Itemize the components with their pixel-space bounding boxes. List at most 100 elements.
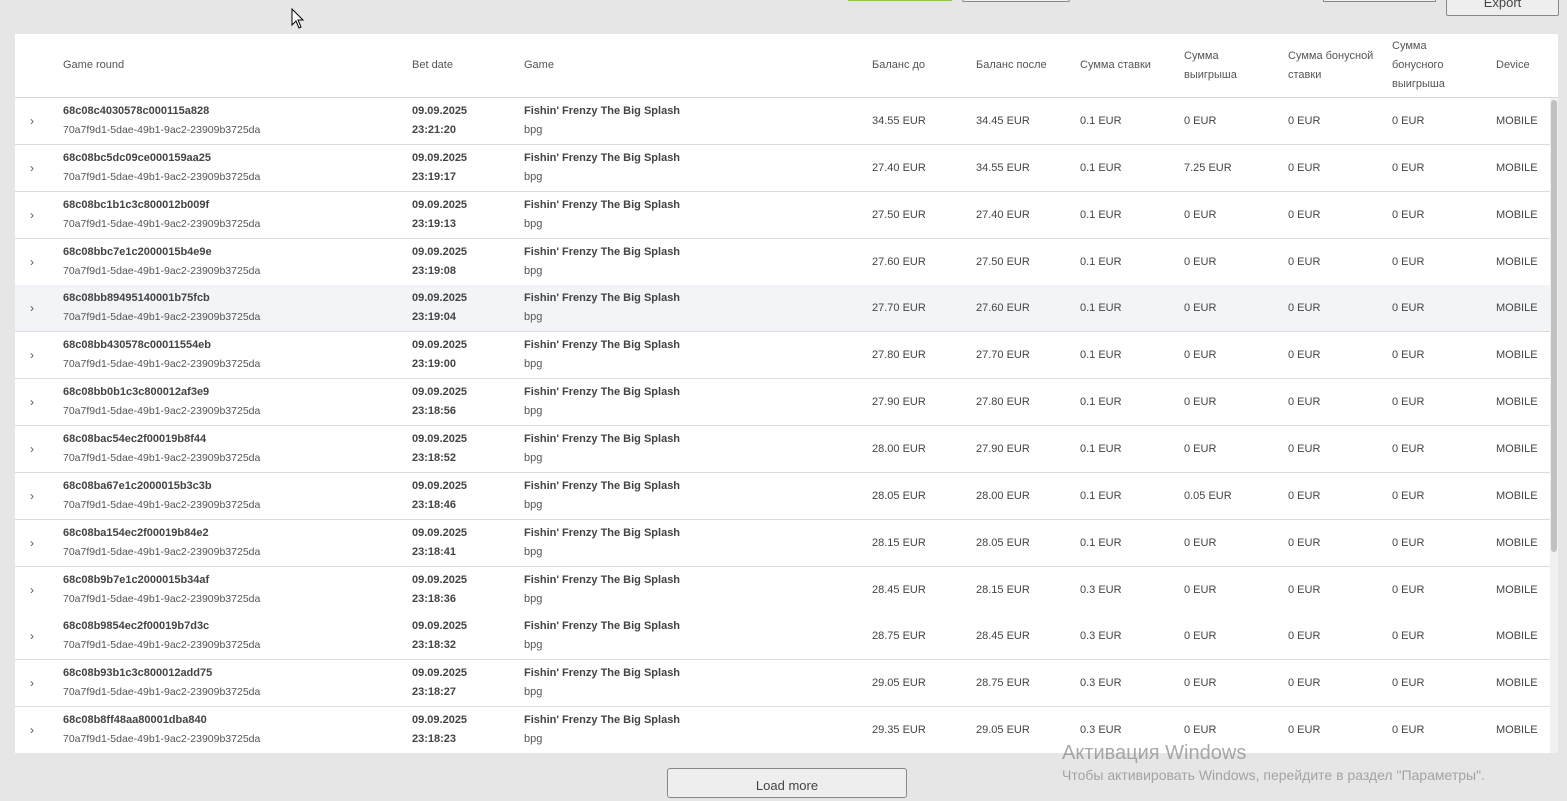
win-amount: 0 EUR <box>1184 443 1217 455</box>
chevron-right-icon[interactable]: › <box>27 209 37 221</box>
game-provider: bpg <box>524 499 543 511</box>
header-game[interactable]: Game <box>524 34 554 97</box>
chevron-right-icon[interactable]: › <box>27 490 37 502</box>
chevron-right-icon[interactable]: › <box>27 115 37 127</box>
game-provider: bpg <box>524 405 543 417</box>
bonus-win-amount: 0 EUR <box>1392 443 1425 455</box>
header-device[interactable]: Device <box>1496 34 1530 97</box>
table-row[interactable]: › 68c08bb430578c00011554eb 70a7f9d1-5dae-4… <box>15 332 1558 379</box>
table-row[interactable]: › 68c08bb89495140001b75fcb 70a7f9d1-5dae-4… <box>15 285 1558 332</box>
bet-time: 23:19:17 <box>412 171 457 183</box>
table-row[interactable]: › 68c08bc1b1c3c800012b009f 70a7f9d1-5dae-4… <box>15 192 1558 239</box>
table-row[interactable]: › 68c08b9854ec2f00019b7d3c 70a7f9d1-5dae-4… <box>15 613 1558 660</box>
bet-amount: 0.3 EUR <box>1080 630 1122 642</box>
clear-button[interactable] <box>962 0 1070 2</box>
game-rounds-table: Game round Bet date Game Баланс до Балан… <box>15 34 1558 753</box>
balance-after: 27.70 EUR <box>976 349 1030 361</box>
balance-after: 28.00 EUR <box>976 490 1030 502</box>
export-button[interactable]: Export <box>1446 0 1559 16</box>
table-row[interactable]: › 68c08b9b7e1c2000015b34af 70a7f9d1-5dae-4… <box>15 567 1558 614</box>
search-button[interactable] <box>848 0 952 1</box>
round-session-id: 70a7f9d1-5dae-49b1-9ac2-23909b3725da <box>63 686 261 698</box>
win-amount: 0 EUR <box>1184 209 1217 221</box>
scrollbar-thumb[interactable] <box>1551 100 1557 552</box>
game-provider: bpg <box>524 686 543 698</box>
round-id: 68c08ba67e1c2000015b3c3b <box>63 480 212 492</box>
device: MOBILE <box>1496 677 1538 689</box>
chevron-right-icon[interactable]: › <box>27 537 37 549</box>
header-bonus-win-amount[interactable]: Сумма бонусного выигрыша <box>1392 34 1462 97</box>
chevron-right-icon[interactable]: › <box>27 724 37 736</box>
table-row[interactable]: › 68c08b8ff48aa80001dba840 70a7f9d1-5dae-4… <box>15 707 1558 753</box>
table-row[interactable]: › 68c08ba154ec2f00019b84e2 70a7f9d1-5dae-4… <box>15 520 1558 567</box>
game-name: Fishin' Frenzy The Big Splash <box>524 386 681 398</box>
bonus-bet-amount: 0 EUR <box>1288 443 1321 455</box>
bonus-win-amount: 0 EUR <box>1392 209 1425 221</box>
round-id: 68c08bc5dc09ce000159aa25 <box>63 152 212 164</box>
device: MOBILE <box>1496 490 1538 502</box>
round-session-id: 70a7f9d1-5dae-49b1-9ac2-23909b3725da <box>63 171 261 183</box>
device: MOBILE <box>1496 349 1538 361</box>
table-row[interactable]: › 68c08bb0b1c3c800012af3e9 70a7f9d1-5dae-4… <box>15 379 1558 426</box>
round-id: 68c08bb89495140001b75fcb <box>63 292 210 304</box>
win-amount: 0 EUR <box>1184 256 1217 268</box>
bonus-bet-amount: 0 EUR <box>1288 349 1321 361</box>
header-game-round[interactable]: Game round <box>63 34 124 97</box>
game-name: Fishin' Frenzy The Big Splash <box>524 152 681 164</box>
balance-after: 28.45 EUR <box>976 630 1030 642</box>
bet-amount: 0.1 EUR <box>1080 537 1122 549</box>
bet-date: 09.09.2025 <box>412 339 468 351</box>
round-id: 68c08bb430578c00011554eb <box>63 339 212 351</box>
bet-date: 09.09.2025 <box>412 152 468 164</box>
table-row[interactable]: › 68c08ba67e1c2000015b3c3b 70a7f9d1-5dae-4… <box>15 473 1558 520</box>
windows-activation-subtitle: Чтобы активировать Windows, перейдите в … <box>1062 767 1485 783</box>
header-win-amount[interactable]: Сумма выигрыша <box>1184 34 1254 97</box>
reset-button[interactable] <box>1323 0 1436 2</box>
game-provider: bpg <box>524 218 543 230</box>
bet-date: 09.09.2025 <box>412 480 468 492</box>
bet-date: 09.09.2025 <box>412 527 468 539</box>
bet-date: 09.09.2025 <box>412 105 468 117</box>
header-bonus-bet-amount[interactable]: Сумма бонусной ставки <box>1288 34 1384 97</box>
chevron-right-icon[interactable]: › <box>27 396 37 408</box>
bet-time: 23:19:04 <box>412 311 457 323</box>
round-session-id: 70a7f9d1-5dae-49b1-9ac2-23909b3725da <box>63 405 261 417</box>
game-name: Fishin' Frenzy The Big Splash <box>524 527 681 539</box>
chevron-right-icon[interactable]: › <box>27 162 37 174</box>
round-id: 68c08bc1b1c3c800012b009f <box>63 199 210 211</box>
bet-date: 09.09.2025 <box>412 574 468 586</box>
table-row[interactable]: › 68c08bac54ec2f00019b8f44 70a7f9d1-5dae-4… <box>15 426 1558 473</box>
table-scrollbar[interactable] <box>1550 98 1558 753</box>
device: MOBILE <box>1496 302 1538 314</box>
header-bet-amount[interactable]: Сумма ставки <box>1080 34 1151 97</box>
round-session-id: 70a7f9d1-5dae-49b1-9ac2-23909b3725da <box>63 499 261 511</box>
round-id: 68c08b93b1c3c800012add75 <box>63 667 213 679</box>
bet-time: 23:18:36 <box>412 593 457 605</box>
bonus-bet-amount: 0 EUR <box>1288 724 1321 736</box>
bonus-bet-amount: 0 EUR <box>1288 584 1321 596</box>
bonus-bet-amount: 0 EUR <box>1288 490 1321 502</box>
chevron-right-icon[interactable]: › <box>27 677 37 689</box>
bet-amount: 0.3 EUR <box>1080 584 1122 596</box>
chevron-right-icon[interactable]: › <box>27 630 37 642</box>
bet-time: 23:18:46 <box>412 499 457 511</box>
chevron-right-icon[interactable]: › <box>27 349 37 361</box>
header-bet-date[interactable]: Bet date <box>412 34 453 97</box>
chevron-right-icon[interactable]: › <box>27 584 37 596</box>
table-row[interactable]: › 68c08bbc7e1c2000015b4e9e 70a7f9d1-5dae-4… <box>15 239 1558 286</box>
bonus-win-amount: 0 EUR <box>1392 630 1425 642</box>
balance-after: 27.60 EUR <box>976 302 1030 314</box>
chevron-right-icon[interactable]: › <box>27 256 37 268</box>
chevron-right-icon[interactable]: › <box>27 443 37 455</box>
bonus-win-amount: 0 EUR <box>1392 584 1425 596</box>
balance-before: 28.15 EUR <box>872 537 926 549</box>
game-provider: bpg <box>524 733 543 745</box>
round-id: 68c08bbc7e1c2000015b4e9e <box>63 246 212 258</box>
table-row[interactable]: › 68c08bc5dc09ce000159aa25 70a7f9d1-5dae-4… <box>15 145 1558 192</box>
load-more-button[interactable]: Load more <box>667 768 907 798</box>
header-balance-after[interactable]: Баланс после <box>976 34 1047 97</box>
chevron-right-icon[interactable]: › <box>27 302 37 314</box>
table-row[interactable]: › 68c08b93b1c3c800012add75 70a7f9d1-5dae-4… <box>15 660 1558 707</box>
header-balance-before[interactable]: Баланс до <box>872 34 925 97</box>
table-row[interactable]: › 68c08c4030578c000115a828 70a7f9d1-5dae-4… <box>15 98 1558 145</box>
